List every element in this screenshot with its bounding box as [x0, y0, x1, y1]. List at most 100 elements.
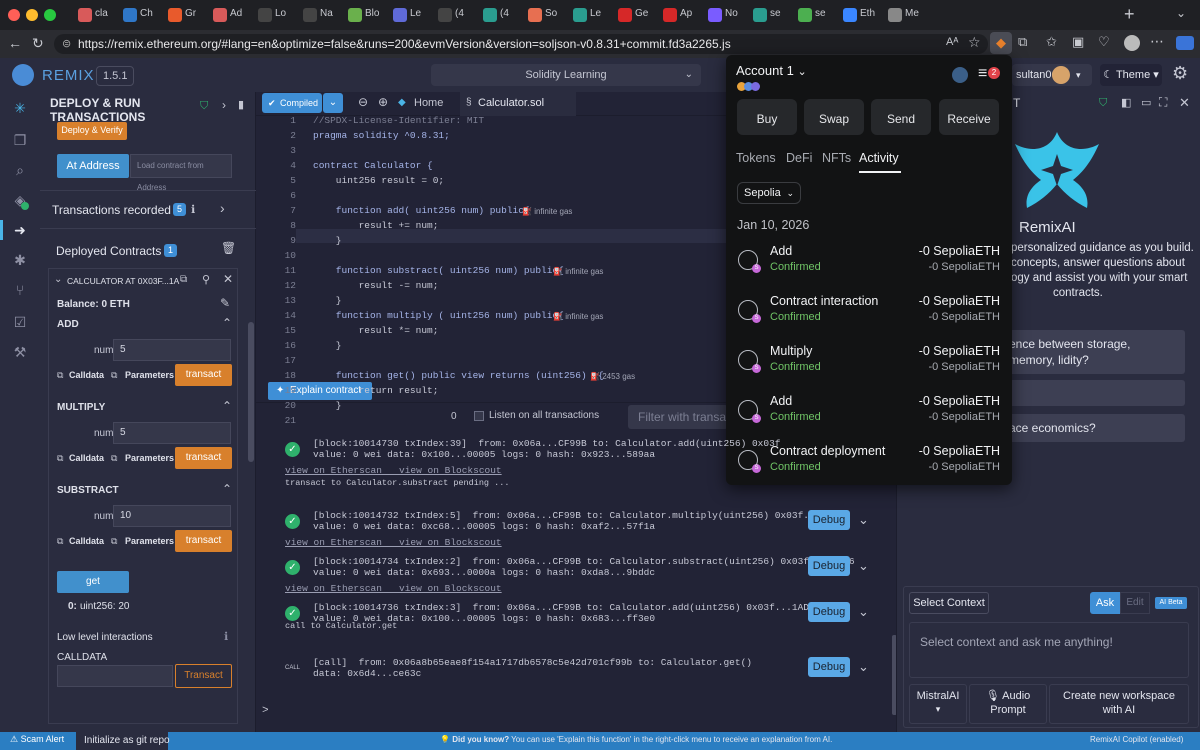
tab-favicon-icon[interactable] [843, 8, 857, 22]
terminal-filter-input[interactable]: Filter with transa [628, 405, 728, 429]
file-explorer-icon[interactable]: ❐ [12, 132, 28, 148]
tab-label[interactable]: Le [590, 8, 601, 19]
git-icon[interactable]: ⑂ [12, 282, 28, 298]
metamask-extension-icon[interactable]: ◆ [990, 32, 1012, 54]
sidebar-toggle-icon[interactable]: ▭ [1141, 96, 1151, 109]
deploy-run-icon[interactable]: ➜ [12, 222, 28, 238]
code-line[interactable]: } [313, 295, 342, 306]
tab-favicon-icon[interactable] [573, 8, 587, 22]
calldata-label[interactable]: Calldata [69, 453, 104, 463]
compile-dropdown-icon[interactable]: ⌄ [323, 93, 343, 113]
code-line[interactable]: } [313, 235, 342, 246]
activity-row[interactable]: S Multiply Confirmed -0 SepoliaETH -0 Sepoli… [726, 343, 1012, 389]
tab-list-icon[interactable]: ⌄ [1176, 6, 1186, 20]
tab-favicon-icon[interactable] [168, 8, 182, 22]
zoom-out-icon[interactable]: ⊖ [358, 95, 368, 109]
tab-label[interactable]: se [815, 8, 826, 19]
tab-nfts[interactable]: NFTs [822, 151, 851, 165]
explorer-links[interactable]: view on Etherscan view on Blockscout [285, 583, 502, 594]
plugin-icon[interactable]: ⚒ [12, 344, 28, 360]
tab-activity[interactable]: Activity [859, 151, 899, 165]
action-buy-button[interactable]: Buy [737, 99, 797, 135]
action-send-button[interactable]: Send [871, 99, 931, 135]
close-window-dot[interactable] [8, 9, 20, 21]
tab-label[interactable]: No [725, 8, 738, 19]
copy-address-icon[interactable]: ⧉ [180, 274, 187, 285]
minimize-window-dot[interactable] [26, 9, 38, 21]
maximize-window-dot[interactable] [44, 9, 56, 21]
reload-icon[interactable]: ↻ [32, 35, 44, 52]
git-init-button[interactable]: Initialize as git repo [76, 732, 170, 750]
model-selector[interactable]: MistralAI ▾ [909, 684, 967, 724]
code-line[interactable]: result *= num; [313, 325, 439, 336]
audio-prompt-button[interactable]: 🎙 Audio Prompt [969, 684, 1047, 724]
tab-favicon-icon[interactable] [123, 8, 137, 22]
extensions-icon[interactable]: ⧉ [1018, 34, 1027, 50]
listen-checkbox[interactable] [474, 411, 484, 421]
debugger-icon[interactable]: ✱ [12, 252, 28, 268]
copy-parameters-icon[interactable]: ⧉ [111, 536, 117, 547]
collapse-function-icon[interactable]: ⌃ [222, 482, 232, 496]
zoom-in-icon[interactable]: ⊕ [378, 95, 388, 109]
bookmark-star-icon[interactable]: ☆ [968, 34, 981, 51]
tab-favicon-icon[interactable] [393, 8, 407, 22]
expand-log-icon[interactable]: ⌄ [858, 659, 869, 675]
code-line[interactable]: function substract( uint256 num) public{ [313, 265, 564, 276]
new-workspace-ai-button[interactable]: Create new workspace with AI [1049, 684, 1189, 724]
debug-button[interactable]: Debug [808, 602, 850, 622]
copy-calldata-icon[interactable]: ⧉ [57, 370, 63, 381]
transactions-recorded-label[interactable]: Transactions recorded [52, 203, 171, 217]
copy-calldata-icon[interactable]: ⧉ [57, 536, 63, 547]
code-line[interactable]: return result; [313, 385, 439, 396]
panel-scrollbar[interactable] [248, 322, 254, 462]
tab-label[interactable]: Ge [635, 8, 648, 19]
tab-label[interactable]: Blo [365, 8, 379, 19]
tab-favicon-icon[interactable] [438, 8, 452, 22]
compiled-button[interactable]: ✔ Compiled [262, 93, 322, 113]
log-line[interactable]: [block:10014736 txIndex:3] from: 0x06a..… [313, 602, 820, 613]
low-level-transact-button[interactable]: Transact [175, 664, 232, 688]
maximize-icon[interactable]: ⛶ [1159, 95, 1167, 110]
chevron-right-icon[interactable]: › [220, 200, 225, 216]
copy-parameters-icon[interactable]: ⧉ [111, 370, 117, 381]
code-line[interactable]: function add( uint256 num) public{ [313, 205, 530, 216]
tab-favicon-icon[interactable] [258, 8, 272, 22]
tab-label[interactable]: Ad [230, 8, 242, 19]
remove-instance-icon[interactable]: ✕ [223, 272, 233, 286]
code-line[interactable]: pragma solidity ^0.8.31; [313, 130, 450, 141]
tab-favicon-icon[interactable] [528, 8, 542, 22]
ask-mode-button[interactable]: Ask [1090, 592, 1120, 614]
expand-log-icon[interactable]: ⌄ [858, 604, 869, 620]
tab-favicon-icon[interactable] [663, 8, 677, 22]
tab-label[interactable]: Lo [275, 8, 286, 19]
site-info-icon[interactable]: ⊜ [62, 34, 71, 54]
tab-favicon-icon[interactable] [708, 8, 722, 22]
terminal-prompt[interactable]: > [262, 705, 269, 717]
parameters-label[interactable]: Parameters [125, 453, 174, 463]
collapse-instance-icon[interactable]: ⌄ [54, 274, 62, 285]
expand-log-icon[interactable]: ⌄ [858, 558, 869, 574]
copy-parameters-icon[interactable]: ⧉ [111, 453, 117, 464]
back-icon[interactable]: ← [8, 35, 22, 51]
tab-favicon-icon[interactable] [483, 8, 497, 22]
calldata-label[interactable]: Calldata [69, 536, 104, 546]
activity-row[interactable]: S Add Confirmed -0 SepoliaETH -0 SepoliaETH [726, 243, 1012, 289]
suggestion-button[interactable] [1001, 380, 1185, 406]
activity-row[interactable]: S Contract interaction Confirmed -0 Sepolia… [726, 293, 1012, 339]
tab-favicon-icon[interactable] [348, 8, 362, 22]
calldata-label[interactable]: Calldata [69, 370, 104, 380]
transact-button[interactable]: transact [175, 530, 232, 552]
tab-label[interactable]: Ch [140, 8, 153, 19]
testing-icon[interactable]: ☑ [12, 314, 28, 330]
settings-gear-icon[interactable]: ⚙ [1172, 63, 1188, 84]
collapse-function-icon[interactable]: ⌃ [222, 399, 232, 413]
account-selector[interactable]: Account 1 ⌄ [736, 63, 807, 78]
suggestion-button[interactable]: ence between storage, memory, lidity? [1001, 330, 1185, 374]
url-field[interactable]: ⊜ https://remix.ethereum.org/#lang=en&op… [54, 34, 988, 54]
log-line[interactable]: [block:10014730 txIndex:39] from: 0x06a.… [313, 438, 780, 449]
code-line[interactable]: result -= num; [313, 280, 439, 291]
edit-mode-button[interactable]: Edit [1120, 592, 1150, 614]
tab-favicon-icon[interactable] [303, 8, 317, 22]
log-line[interactable]: value: 0 wei data: 0xc68...00005 logs: 0… [313, 521, 655, 532]
copilot-icon[interactable] [1176, 36, 1194, 50]
